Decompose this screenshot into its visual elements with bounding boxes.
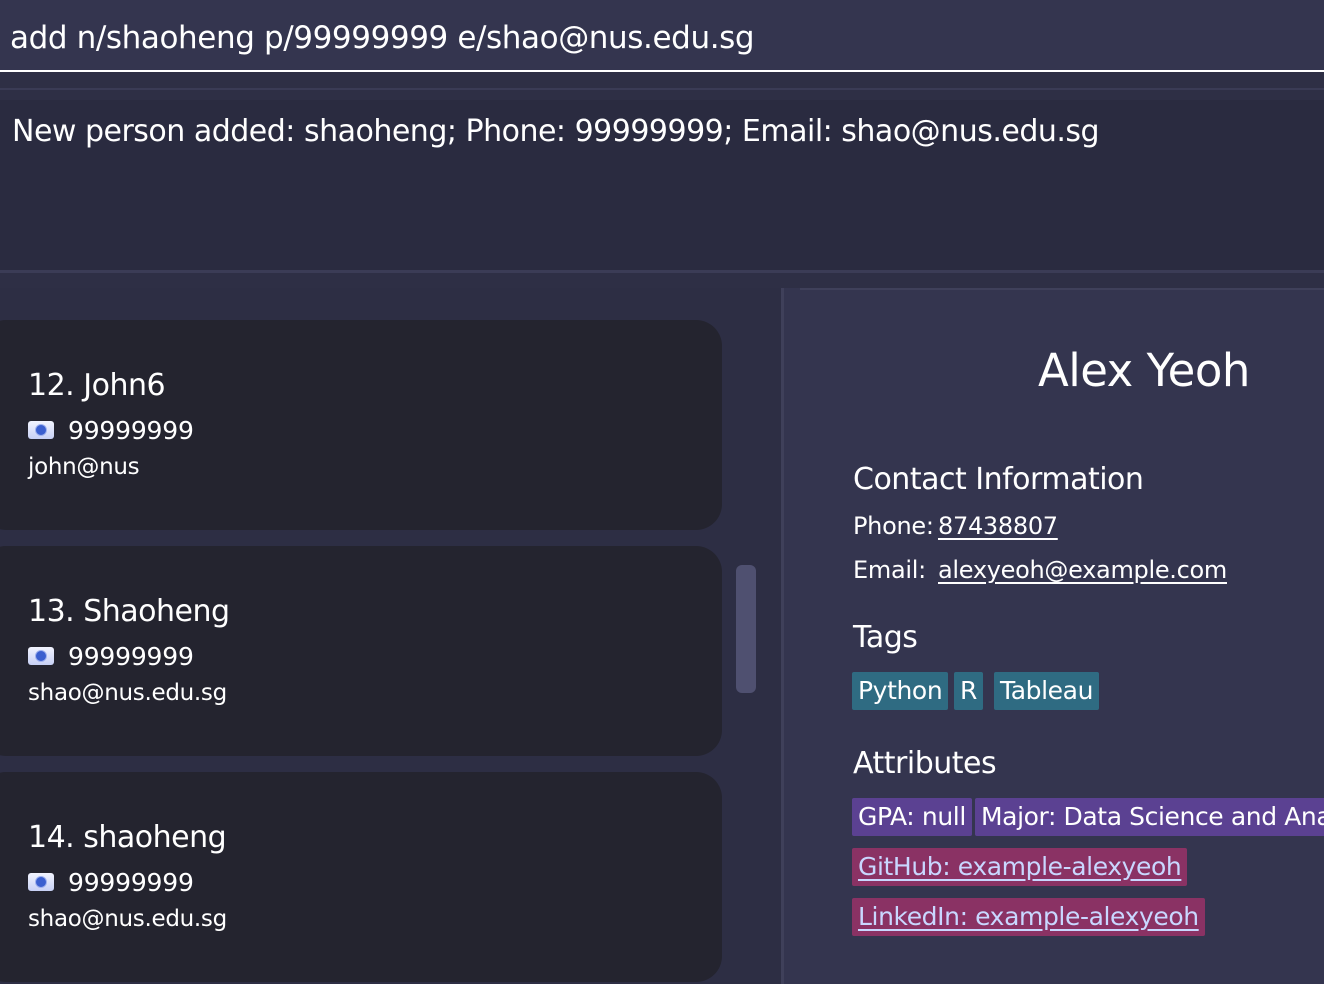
detail-person-name: Alex Yeoh <box>1038 344 1250 397</box>
person-card[interactable]: 13. Shaoheng 99999999 shao@nus.edu.sg <box>0 546 722 756</box>
detail-email-link[interactable]: alexyeoh@example.com <box>938 556 1227 584</box>
tag-chip: Tableau <box>994 672 1100 710</box>
person-email: shao@nus.edu.sg <box>28 906 227 932</box>
person-phone: 99999999 <box>68 415 194 445</box>
command-box <box>0 0 1324 72</box>
person-name: 13. Shaoheng <box>28 594 230 629</box>
pane-divider[interactable] <box>0 270 1324 288</box>
tag-chip: R <box>954 672 983 710</box>
pane-divider-line <box>0 270 1324 273</box>
phone-card-icon <box>28 647 54 665</box>
github-link-chip[interactable]: GitHub: example-alexyeoh <box>852 848 1188 886</box>
detail-email-label: Email: <box>853 556 926 584</box>
linkedin-link-chip[interactable]: LinkedIn: example-alexyeoh <box>852 898 1205 936</box>
person-phone: 99999999 <box>68 641 194 671</box>
detail-top-border <box>800 288 1324 290</box>
phone-row: 99999999 <box>28 866 194 898</box>
contact-info-heading: Contact Information <box>853 462 1144 497</box>
person-email: john@nus <box>28 454 140 480</box>
list-scrollbar-thumb[interactable] <box>736 565 756 693</box>
person-email: shao@nus.edu.sg <box>28 680 227 706</box>
tags-heading: Tags <box>853 620 918 655</box>
separator <box>0 74 1324 100</box>
phone-row: 99999999 <box>28 414 194 446</box>
person-phone: 99999999 <box>68 867 194 897</box>
phone-row: 99999999 <box>28 640 194 672</box>
tag-chip: Python <box>852 672 949 710</box>
detail-email-row: Email: alexyeoh@example.com <box>853 556 1227 584</box>
person-card[interactable]: 12. John6 99999999 john@nus <box>0 320 722 530</box>
person-card[interactable]: 14. shaoheng 99999999 shao@nus.edu.sg <box>0 772 722 982</box>
detail-phone-link[interactable]: 87438807 <box>938 512 1058 540</box>
attribute-chip: Major: Data Science and Analytics <box>975 798 1324 836</box>
detail-phone-row: Phone: 87438807 <box>853 512 1058 540</box>
person-name: 14. shaoheng <box>28 820 227 855</box>
detail-phone-label: Phone: <box>853 512 934 540</box>
app-window: New person added: shaoheng; Phone: 99999… <box>0 0 1324 984</box>
phone-card-icon <box>28 873 54 891</box>
person-detail-panel: Alex Yeoh Contact Information Phone: 874… <box>784 288 1324 984</box>
separator-line <box>0 88 1324 90</box>
result-display[interactable]: New person added: shaoheng; Phone: 99999… <box>0 100 1324 270</box>
command-input[interactable] <box>10 14 1310 62</box>
person-name: 12. John6 <box>28 368 166 403</box>
person-list[interactable]: 12. John6 99999999 john@nus 13. Shaoheng… <box>0 288 782 984</box>
result-message: New person added: shaoheng; Phone: 99999… <box>12 114 1100 149</box>
attributes-heading: Attributes <box>853 746 997 781</box>
phone-card-icon <box>28 421 54 439</box>
attribute-chip: GPA: null <box>852 798 972 836</box>
